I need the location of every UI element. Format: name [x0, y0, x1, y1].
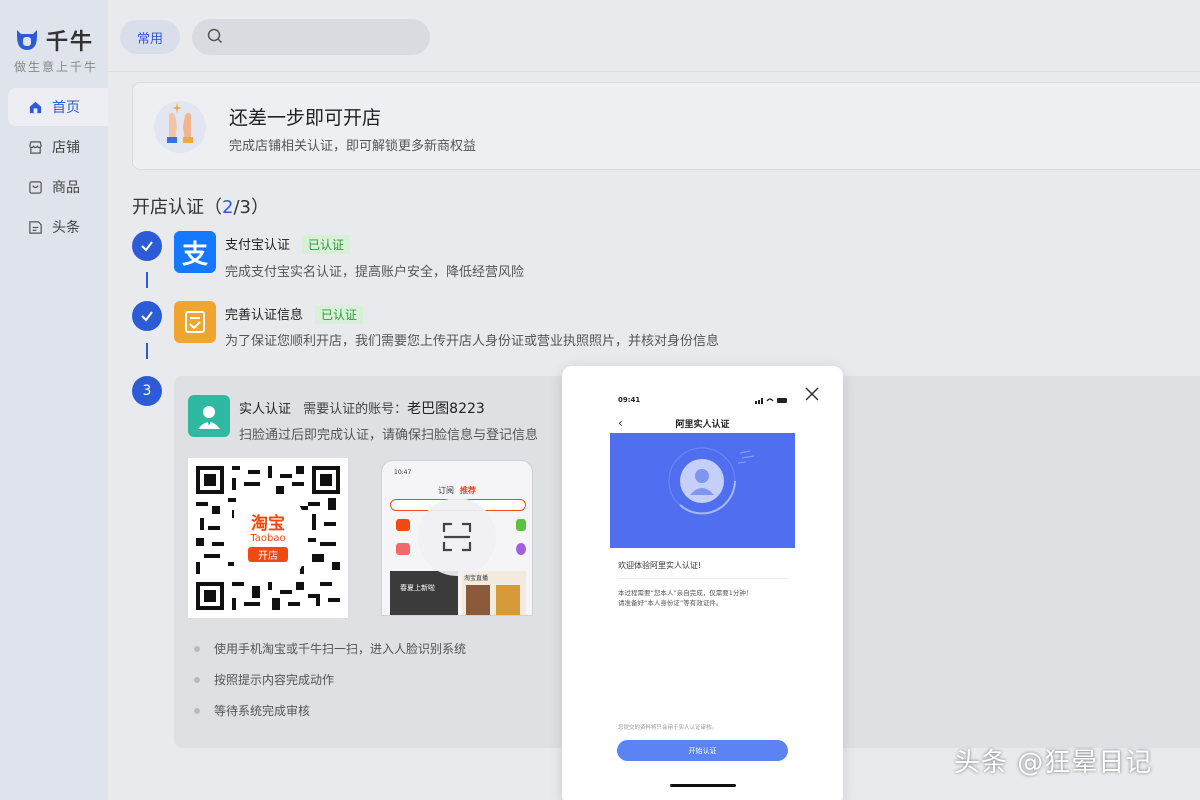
taobao-logo: 淘宝 Taobao 开店 [234, 504, 302, 572]
phone-page-title: 阿里实人认证 [675, 420, 730, 430]
sidebar: 千牛 做生意上千牛 首页 店铺 商品 头条 [0, 0, 108, 800]
store-icon [28, 140, 43, 155]
sidebar-item-news[interactable]: 头条 [8, 208, 108, 246]
step-1-check [132, 231, 162, 261]
step-connector [146, 272, 148, 288]
mock-time: 10:47 [394, 469, 412, 476]
sidebar-nav: 首页 店铺 商品 头条 [8, 88, 108, 248]
section-title-suffix: /3） [233, 197, 269, 218]
scan-button[interactable] [418, 498, 496, 576]
section-title-prefix: 开店认证（ [132, 197, 222, 218]
step-1-desc: 完成支付宝实名认证，提高账户安全，降低经营风险 [225, 265, 525, 280]
list-item: 按照提示内容完成动作 [192, 672, 466, 703]
face-scan-hero [610, 433, 795, 548]
sidebar-item-label: 首页 [52, 100, 80, 116]
onboarding-banner: 还差一步即可开店 完成店铺相关认证，即可解锁更多新商权益 [132, 82, 1200, 170]
sidebar-item-home[interactable]: 首页 [8, 88, 108, 126]
search-icon [207, 28, 223, 44]
sidebar-item-label: 商品 [52, 180, 80, 196]
product-icon [28, 180, 43, 195]
sidebar-item-label: 店铺 [52, 140, 80, 156]
status-time: 09:41 [618, 396, 641, 404]
brand-name: 千牛 [46, 30, 95, 55]
face-verify-preview-modal: 09:41 ‹ 阿里实人认证 欢迎体验阿里实人认证! 本过程需要“您本人”亲自完… [562, 366, 843, 800]
scan-icon [442, 522, 472, 552]
step-connector [146, 343, 148, 359]
sidebar-item-product[interactable]: 商品 [8, 168, 108, 206]
mock-tab-subscribe: 订阅 [438, 486, 454, 495]
home-icon [28, 100, 43, 115]
alipay-icon: 支 [174, 231, 216, 273]
step-2-desc: 为了保证您顺利开店，我们需要您上传开店人身份证或营业执照照片，并核对身份信息 [225, 334, 720, 349]
search-input[interactable] [192, 19, 430, 55]
mock-tab-recommend: 推荐 [460, 486, 476, 495]
mock-banner-left: 春夏上新啦 [390, 571, 458, 615]
mock-banner-right: 淘宝直播 [462, 571, 526, 615]
section-title-done: 2 [222, 197, 234, 218]
account-label: 需要认证的账号： [303, 402, 408, 417]
check-icon [141, 241, 153, 252]
high-five-illustration-icon [154, 101, 206, 153]
close-icon[interactable] [802, 384, 822, 404]
instruction-line-1: 本过程需要“您本人”亲自完成，仅需要1分钟！ [618, 589, 753, 597]
section-title: 开店认证（2/3） [132, 193, 269, 219]
step-3-desc: 扫脸通过后即完成认证，请确保扫脸信息与登记信息 [239, 428, 539, 443]
banner-title: 还差一步即可开店 [229, 107, 382, 129]
signal-battery-icon [755, 398, 787, 404]
step-2-check [132, 301, 162, 331]
watermark: 头条 @狂晕日记 [954, 748, 1153, 778]
brand-logo[interactable]: 千牛 [14, 24, 94, 56]
face-verify-icon [188, 395, 230, 437]
step-3-number: 3 [132, 376, 162, 406]
news-icon [28, 220, 43, 235]
start-verify-button[interactable]: 开始认证 [617, 740, 788, 761]
sidebar-item-store[interactable]: 店铺 [8, 128, 108, 166]
sidebar-item-label: 头条 [52, 220, 80, 236]
home-indicator [670, 784, 736, 787]
welcome-text: 欢迎体验阿里实人认证! [618, 561, 702, 570]
check-icon [141, 311, 153, 322]
verified-badge: 已认证 [315, 305, 364, 324]
divider [618, 578, 788, 579]
step-3-title: 实人认证 需要认证的账号：老巴图8223 [239, 401, 485, 417]
common-chip[interactable]: 常用 [120, 20, 180, 54]
banner-subtitle: 完成店铺相关认证，即可解锁更多新商权益 [229, 139, 477, 154]
qianniu-logo-icon [17, 30, 37, 50]
verified-badge: 已认证 [302, 235, 351, 254]
brand-slogan: 做生意上千牛 [14, 60, 99, 74]
step-1-title: 支付宝认证 已认证 [225, 234, 351, 254]
instruction-line-2: 请准备好“本人身份证”等有效证件。 [618, 599, 723, 607]
step-2-title: 完善认证信息 已认证 [225, 304, 364, 324]
list-item: 使用手机淘宝或千牛扫一扫，进入人脸识别系统 [192, 641, 466, 672]
privacy-note: 您提交的资料将只会用于实人认证审核。 [618, 725, 718, 731]
verify-steps-list: 使用手机淘宝或千牛扫一扫，进入人脸识别系统 按照提示内容完成动作 等待系统完成审… [192, 641, 466, 734]
account-name: 老巴图8223 [407, 401, 485, 417]
list-item: 等待系统完成审核 [192, 703, 466, 734]
document-check-icon [174, 301, 216, 343]
qr-code: 淘宝 Taobao 开店 [188, 458, 348, 618]
